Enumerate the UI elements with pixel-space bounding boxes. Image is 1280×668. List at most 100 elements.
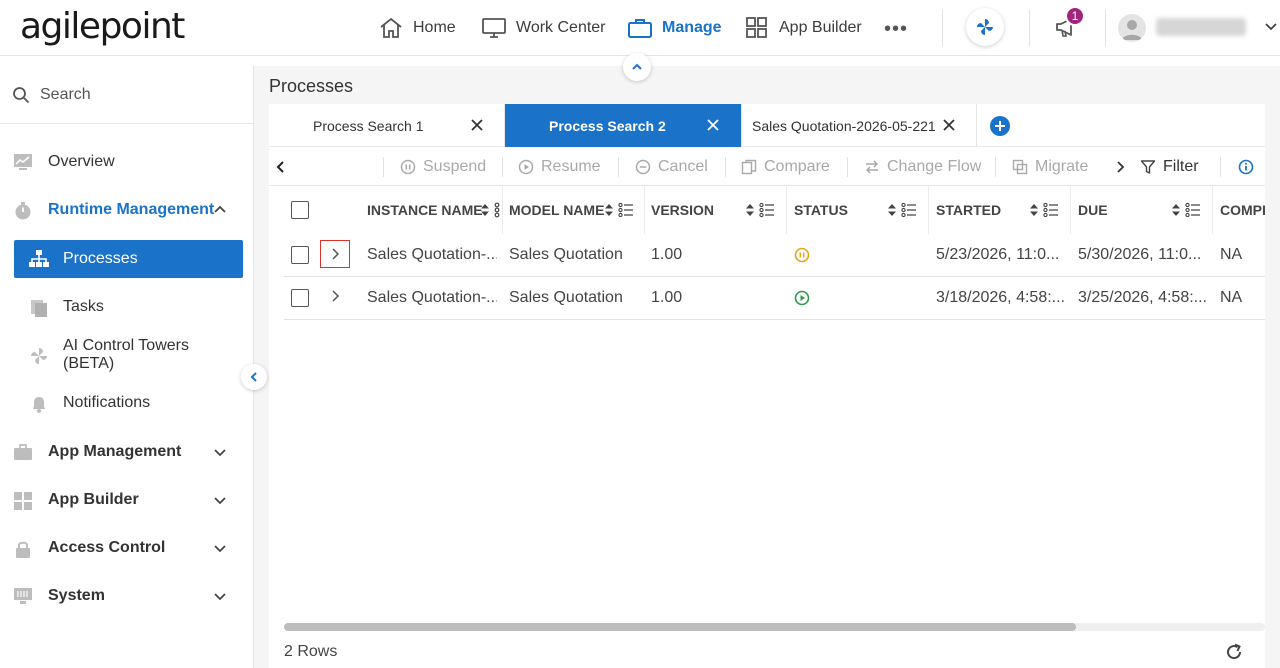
resume-button[interactable]: Resume (518, 147, 601, 186)
column-header-started[interactable]: STARTED (936, 186, 1001, 234)
column-menu-icon[interactable] (1043, 202, 1059, 218)
cell-due: 5/30/2026, 11:0... (1078, 246, 1202, 263)
sort-icon[interactable] (745, 203, 755, 217)
tab-process-search-1[interactable]: Process Search 1 (269, 104, 505, 147)
divider (1029, 10, 1030, 46)
sidebar-item-app-builder[interactable]: App Builder (0, 480, 253, 520)
column-header-completed[interactable]: COMPL (1220, 186, 1265, 234)
sort-icon[interactable] (887, 203, 897, 217)
sidebar-subitem-tasks[interactable]: Tasks (14, 288, 243, 326)
tab-process-search-2[interactable]: Process Search 2 (505, 104, 742, 147)
column-header-instance-name[interactable]: INSTANCE NAME (367, 186, 483, 234)
select-all-checkbox[interactable] (291, 201, 309, 219)
hierarchy-icon (29, 250, 49, 268)
nav-app-builder[interactable]: App Builder (744, 12, 862, 44)
user-avatar[interactable] (1118, 14, 1146, 42)
toolbar-scroll-left-button[interactable] (275, 147, 287, 186)
tab-sales-quotation[interactable]: Sales Quotation-2026-05-221 (742, 104, 977, 147)
sidebar-subitem-notifications[interactable]: Notifications (14, 384, 243, 422)
add-tab-button[interactable] (990, 116, 1010, 136)
cell-completed: NA (1220, 246, 1243, 263)
nav-work-center[interactable]: Work Center (481, 12, 606, 44)
table-row[interactable]: Sales Quotation-... Sales Quotation 1.00… (284, 277, 1265, 320)
tab-bar: Process Search 1 Process Search 2 Sales … (269, 104, 1265, 147)
change-flow-button[interactable]: Change Flow (864, 147, 981, 186)
sidebar-subitem-ai-control-towers[interactable]: AI Control Towers (BETA) (14, 336, 243, 374)
row-checkbox[interactable] (291, 246, 309, 264)
divider (383, 157, 384, 177)
chevron-down-icon[interactable] (1264, 20, 1278, 34)
divider (725, 157, 726, 177)
server-icon (13, 587, 33, 607)
row-checkbox[interactable] (291, 289, 309, 307)
column-menu-icon[interactable] (759, 202, 775, 218)
cell-instance-name[interactable]: Sales Quotation-... (367, 234, 497, 276)
refresh-button[interactable] (1224, 642, 1244, 662)
sidebar-item-overview[interactable]: Overview (0, 142, 253, 182)
divider (928, 186, 929, 234)
suspend-button[interactable]: Suspend (400, 147, 486, 186)
sidebar-item-runtime-management[interactable]: Runtime Management (0, 190, 253, 230)
info-button[interactable] (1238, 147, 1254, 186)
sort-icon[interactable] (604, 203, 614, 217)
sidebar-item-system[interactable]: System (0, 576, 253, 616)
user-name-redacted[interactable] (1156, 18, 1246, 36)
row-expand-button[interactable] (320, 282, 350, 310)
column-menu-icon[interactable] (494, 202, 500, 218)
search-icon (12, 86, 30, 104)
chevron-down-icon (212, 444, 228, 460)
horizontal-scrollbar[interactable] (284, 623, 1265, 631)
nav-manage[interactable]: Manage (627, 12, 722, 44)
divider (995, 157, 996, 177)
column-menu-icon[interactable] (618, 202, 634, 218)
collapse-sidebar-button[interactable] (241, 364, 267, 390)
collapse-header-button[interactable] (623, 53, 651, 81)
more-menu-button[interactable]: ••• (884, 18, 908, 41)
ai-assistant-button[interactable] (966, 8, 1004, 46)
sort-icon[interactable] (480, 203, 490, 217)
sidebar-subitem-processes[interactable]: Processes (14, 240, 243, 278)
cancel-button[interactable]: Cancel (635, 147, 708, 186)
table-row[interactable]: Sales Quotation-... Sales Quotation 1.00… (284, 234, 1265, 277)
column-title: STARTED (936, 202, 1002, 218)
chevron-down-icon (212, 492, 228, 508)
column-header-status[interactable]: STATUS (794, 186, 848, 234)
column-menu-icon[interactable] (1185, 202, 1201, 218)
sidebar-item-access-control[interactable]: Access Control (0, 528, 253, 568)
cell-instance-name[interactable]: Sales Quotation-... (367, 277, 497, 319)
close-icon[interactable] (470, 118, 484, 132)
sidebar-item-label: App Management (48, 443, 182, 460)
close-icon[interactable] (942, 118, 956, 132)
chevron-right-icon (1115, 160, 1125, 174)
suspend-label: Suspend (423, 157, 487, 175)
swap-arrows-icon (864, 159, 880, 175)
column-menu-icon[interactable] (901, 202, 917, 218)
column-header-due[interactable]: DUE (1078, 186, 1108, 234)
chevron-down-icon (212, 588, 228, 604)
migrate-button[interactable]: Migrate (1012, 147, 1088, 186)
column-header-model-name[interactable]: MODEL NAME (509, 186, 604, 234)
sidebar-subitem-label: Processes (63, 250, 138, 267)
row-expand-button[interactable] (320, 240, 350, 268)
sort-icon[interactable] (1029, 203, 1039, 217)
notification-count-badge: 1 (1065, 6, 1085, 26)
divider (618, 157, 619, 177)
nav-app-builder-label: App Builder (779, 19, 862, 36)
scrollbar-thumb[interactable] (284, 623, 1076, 631)
column-header-version[interactable]: VERSION (651, 186, 714, 234)
agilepoint-logo[interactable]: agilepoint (20, 6, 185, 47)
close-icon[interactable] (706, 118, 720, 132)
divider (502, 186, 503, 234)
filter-button[interactable]: Filter (1140, 147, 1199, 186)
nav-home[interactable]: Home (378, 12, 456, 44)
sidebar-search-input[interactable] (40, 85, 220, 104)
compare-button[interactable]: Compare (741, 147, 830, 186)
sidebar-item-app-management[interactable]: App Management (0, 432, 253, 472)
tab-label: Process Search 1 (313, 117, 424, 134)
sidebar-item-label: App Builder (48, 491, 139, 508)
sort-icon[interactable] (1171, 203, 1181, 217)
lock-icon (13, 539, 33, 559)
briefcase-icon (627, 16, 653, 40)
column-title: VERSION (651, 202, 715, 218)
toolbar-scroll-right-button[interactable] (1115, 147, 1125, 186)
